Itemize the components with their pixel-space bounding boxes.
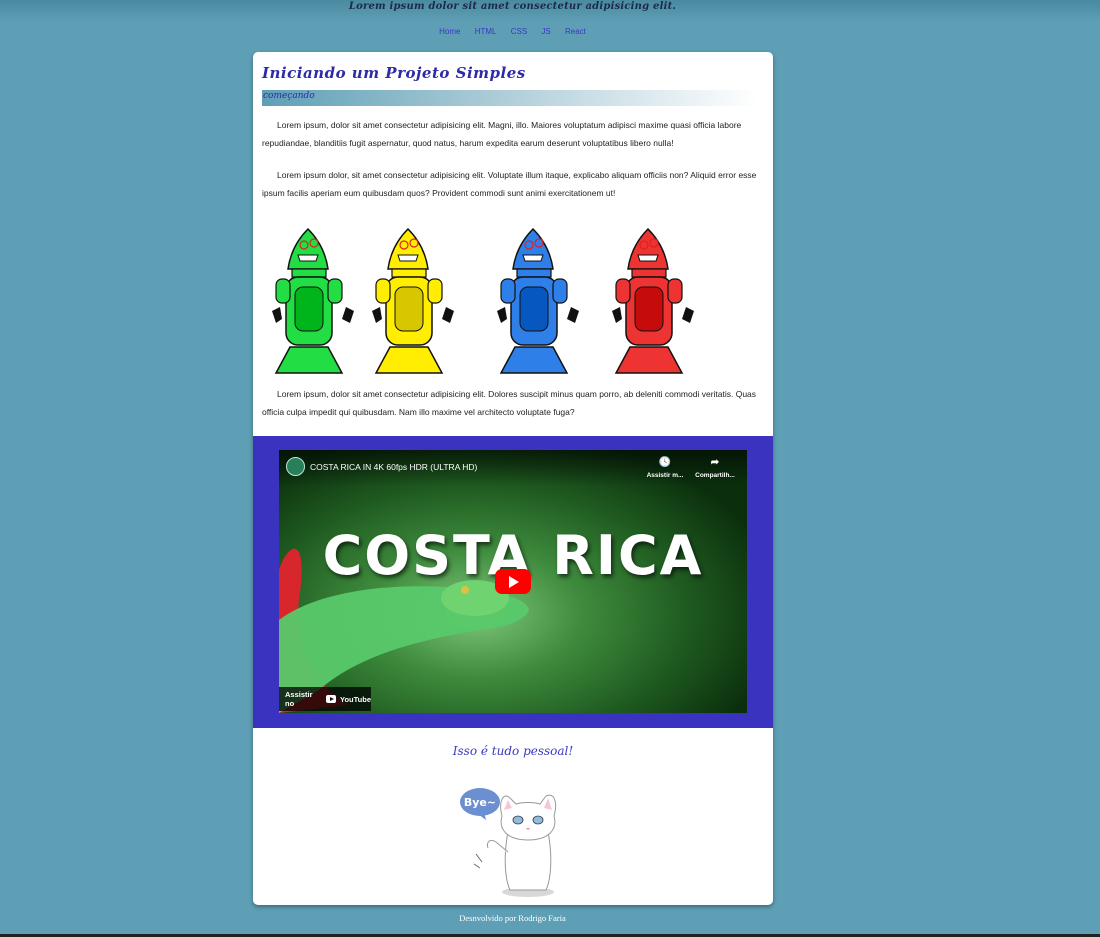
cat-bye-image: Bye~ [460, 788, 557, 897]
bye-bubble-text: Bye~ [464, 796, 496, 809]
video-section: COSTA RICA IN 4K 60fps HDR (ULTRA HD) 🕓 … [253, 436, 773, 728]
robot-1 [272, 227, 354, 374]
nav-html[interactable]: HTML [475, 27, 497, 36]
subtitle: começando [263, 91, 315, 101]
share-icon: ➦ [710, 457, 720, 468]
watch-later-label: Assistir m... [646, 472, 684, 479]
page-title: Iniciando um Projeto Simples [262, 64, 526, 82]
watch-on-youtube-button[interactable]: Assistir no YouTube [279, 687, 371, 711]
paragraph-2: Lorem ipsum dolor, sit amet consectetur … [262, 170, 757, 198]
footer-credit: Desnvolvido por Rodrigo Faria [459, 913, 566, 923]
robot-3 [497, 227, 579, 374]
closing-text: Isso é tudo pessoal! [452, 744, 574, 758]
nav-js[interactable]: JS [541, 27, 550, 36]
paragraph-1: Lorem ipsum, dolor sit amet consectetur … [262, 120, 742, 148]
clock-icon: 🕓 [658, 457, 672, 468]
video-title[interactable]: COSTA RICA IN 4K 60fps HDR (ULTRA HD) [310, 462, 477, 472]
play-button[interactable] [495, 569, 531, 594]
robots-illustration [272, 227, 694, 374]
robot-4 [612, 227, 694, 374]
video-player[interactable]: COSTA RICA IN 4K 60fps HDR (ULTRA HD) 🕓 … [279, 450, 747, 713]
nav-react[interactable]: React [565, 27, 586, 36]
watch-on-label: Assistir no [285, 690, 313, 708]
watch-later-button[interactable]: 🕓 Assistir m... [641, 457, 689, 479]
subtitle-bar: começando [262, 90, 758, 106]
nav-home[interactable]: Home [439, 27, 460, 36]
channel-avatar[interactable] [286, 457, 305, 476]
nav-css[interactable]: CSS [511, 27, 527, 36]
header-tagline: Lorem ipsum dolor sit amet consectetur a… [348, 1, 677, 12]
youtube-icon [325, 695, 337, 703]
main-nav: Home HTML CSS JS React [0, 27, 1025, 36]
share-button[interactable]: ➦ Compartilh... [691, 457, 739, 479]
share-label: Compartilh... [695, 472, 735, 479]
paragraph-3: Lorem ipsum, dolor sit amet consectetur … [262, 389, 757, 417]
robot-2 [372, 227, 454, 374]
youtube-label: YouTube [340, 694, 371, 704]
content-card: Iniciando um Projeto Simples começando L… [253, 52, 773, 905]
